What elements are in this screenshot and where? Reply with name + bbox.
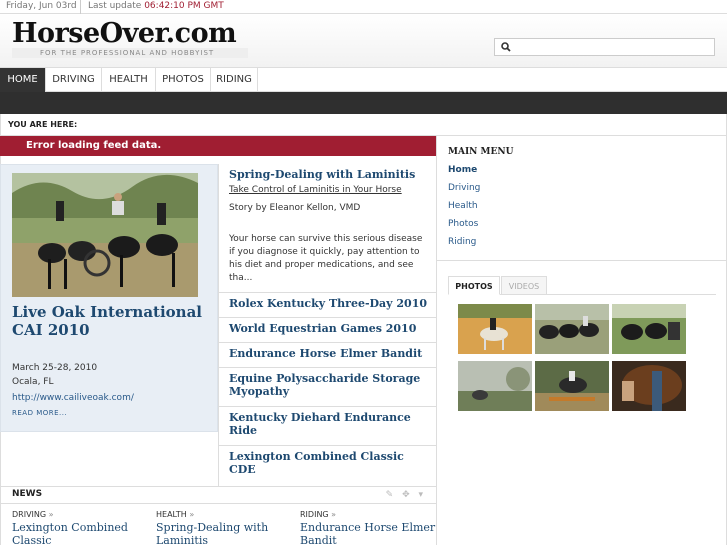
article-link-title: Lexington Combined Classic CDE (229, 450, 404, 476)
event-url-link[interactable]: http://www.cailiveoak.com/ (12, 393, 134, 403)
main-nav: HOME DRIVING HEALTH PHOTOS RIDING (0, 68, 727, 92)
menu-item-riding[interactable]: Riding (448, 237, 480, 255)
menu-item-photos[interactable]: Photos (448, 219, 480, 237)
news-category-label: DRIVING (12, 510, 47, 519)
tab-videos[interactable]: VIDEOS (501, 276, 547, 295)
news-header: NEWS ✎ ✥ ▾ (0, 486, 436, 504)
news-item-driving[interactable]: DRIVING » Lexington Combined Classic (12, 510, 152, 545)
news-category: HEALTH » (156, 510, 296, 519)
featured-event: Live Oak International CAI 2010 March 25… (0, 164, 218, 432)
news-label: NEWS (12, 489, 43, 499)
photo-thumbnail[interactable] (612, 304, 686, 354)
breadcrumb: YOU ARE HERE: (0, 114, 727, 136)
read-more-link[interactable]: READ MORE... (12, 409, 67, 417)
article-link-title: Endurance Horse Elmer Bandit (229, 347, 423, 360)
article-link[interactable]: Rolex Kentucky Three-Day 2010 (219, 292, 436, 317)
media-tabs: PHOTOS VIDEOS (448, 276, 716, 295)
news-category-label: HEALTH (156, 510, 187, 519)
site-header: HorseOver.com FOR THE PROFESSIONAL AND H… (0, 14, 727, 68)
current-date: Friday, Jun 03rd (6, 1, 77, 11)
news-category: DRIVING » (12, 510, 152, 519)
article-link-title: Kentucky Diehard Endurance Ride (229, 411, 411, 437)
dressage-image (458, 304, 532, 354)
main-menu: Home Driving Health Photos Riding (448, 165, 480, 255)
photo-thumbnail[interactable] (458, 361, 532, 411)
search-input[interactable] (494, 38, 715, 56)
nav-item-home[interactable]: HOME (0, 68, 46, 92)
article-link[interactable]: Equine Polysaccharide Storage Myopathy (219, 367, 436, 406)
divider (437, 260, 726, 261)
nav-item-photos[interactable]: PHOTOS (156, 68, 211, 92)
divider (436, 136, 437, 545)
sub-nav-bar (0, 92, 727, 114)
menu-item-home[interactable]: Home (448, 165, 480, 183)
article-link[interactable]: World Equestrian Games 2010 (219, 317, 436, 342)
event-dates: March 25-28, 2010 (12, 363, 98, 373)
news-category-arrow: » (48, 510, 54, 519)
site-tagline: FOR THE PROFESSIONAL AND HOBBYIST (12, 48, 248, 58)
feed-error-banner: Error loading feed data. (0, 136, 436, 156)
article-link-title: Equine Polysaccharide Storage Myopathy (229, 372, 421, 398)
menu-item-driving[interactable]: Driving (448, 183, 480, 201)
last-update-label: Last update (88, 1, 142, 11)
article-link[interactable]: Kentucky Diehard Endurance Ride (219, 406, 436, 445)
top-bar: Friday, Jun 03rd Last update 06:42:10 PM… (0, 0, 727, 14)
featured-article-title[interactable]: Spring-Dealing with Laminitis (229, 168, 415, 181)
horse-team-image (612, 304, 686, 354)
article-link[interactable]: Lexington Combined Classic CDE (219, 445, 436, 486)
module-tools-icon[interactable]: ✎ ✥ ▾ (386, 490, 426, 500)
event-location: Ocala, FL (12, 377, 54, 387)
photo-thumbnail[interactable] (458, 304, 532, 354)
news-title[interactable]: Lexington Combined Classic (12, 521, 152, 545)
divider (80, 0, 81, 14)
carriage-image (535, 304, 609, 354)
nav-item-riding[interactable]: RIDING (211, 68, 258, 92)
news-title[interactable]: Endurance Horse Elmer Bandit (300, 521, 440, 545)
photo-thumbnail[interactable] (535, 304, 609, 354)
article-link-title: World Equestrian Games 2010 (229, 322, 417, 335)
foggy-field-image (458, 361, 532, 411)
menu-item-health[interactable]: Health (448, 201, 480, 219)
jumping-image (535, 361, 609, 411)
site-logo[interactable]: HorseOver.com (12, 18, 237, 49)
nav-item-driving[interactable]: DRIVING (46, 68, 102, 92)
main-menu-title: MAIN MENU (448, 147, 514, 157)
photo-thumbnail[interactable] (612, 361, 686, 411)
news-category-label: RIDING (300, 510, 329, 519)
news-category-arrow: » (189, 510, 195, 519)
article-link[interactable]: Endurance Horse Elmer Bandit (219, 342, 436, 367)
news-item-health[interactable]: HEALTH » Spring-Dealing with Laminitis (156, 510, 296, 545)
photo-thumbnail[interactable] (535, 361, 609, 411)
saddle-closeup-image (612, 361, 686, 411)
news-category-arrow: » (331, 510, 337, 519)
event-title[interactable]: Live Oak International CAI 2010 (12, 303, 212, 339)
featured-article-excerpt: Your horse can survive this serious dise… (229, 234, 423, 283)
search-icon (501, 42, 511, 52)
event-photo[interactable] (12, 173, 198, 297)
last-update-time: 06:42:10 PM GMT (144, 1, 224, 11)
nav-item-health[interactable]: HEALTH (102, 68, 156, 92)
tab-photos[interactable]: PHOTOS (448, 276, 500, 295)
featured-article-byline: Story by Eleanor Kellon, VMD (229, 203, 361, 213)
featured-article-subtitle[interactable]: Take Control of Laminitis in Your Horse (229, 185, 402, 195)
news-item-riding[interactable]: RIDING » Endurance Horse Elmer Bandit (300, 510, 440, 545)
news-title[interactable]: Spring-Dealing with Laminitis (156, 521, 296, 545)
last-update: Last update 06:42:10 PM GMT (88, 1, 224, 11)
carriage-photo-image (12, 173, 198, 297)
article-link-title: Rolex Kentucky Three-Day 2010 (229, 297, 428, 310)
news-category: RIDING » (300, 510, 440, 519)
